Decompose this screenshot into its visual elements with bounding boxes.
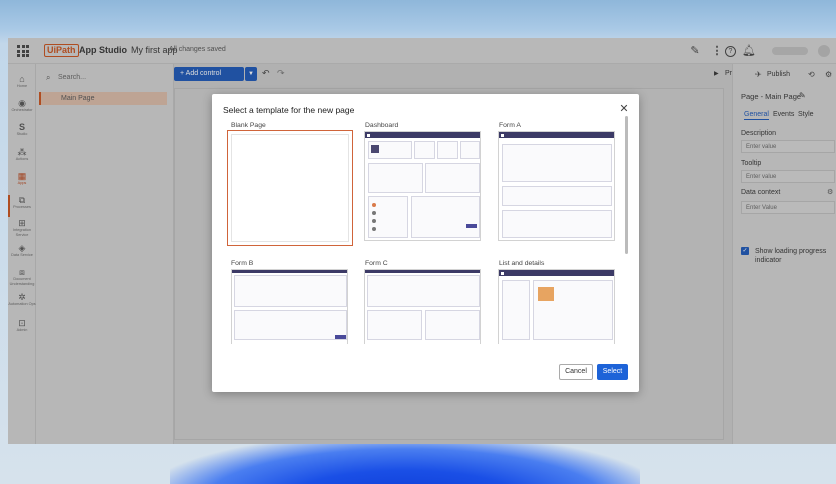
template-form-a[interactable]: Form A (498, 122, 615, 246)
thumb-profile-card (368, 141, 412, 159)
template-blank-page[interactable]: Blank Page (227, 122, 353, 246)
thumb-table (411, 196, 480, 238)
template-thumbnail[interactable] (498, 131, 615, 241)
thumb-header (499, 132, 614, 138)
template-thumbnail[interactable] (231, 269, 348, 344)
template-dashboard[interactable]: Dashboard (364, 122, 481, 246)
thumb-section (502, 186, 612, 206)
thumb-panel (368, 163, 423, 193)
template-dialog: Select a template for the new page ✕ Bla… (212, 94, 639, 392)
thumb-panel (425, 163, 480, 193)
template-label: Form A (499, 122, 521, 129)
template-form-b[interactable]: Form B (231, 260, 348, 344)
thumb-section (234, 310, 347, 340)
template-thumbnail[interactable] (364, 269, 481, 344)
desktop-wallpaper-bloom (170, 440, 640, 484)
cancel-button[interactable]: Cancel (559, 364, 593, 380)
thumb-section (425, 310, 480, 340)
thumb-list (368, 196, 408, 238)
template-list-and-details[interactable]: List and details (498, 260, 615, 344)
close-icon[interactable]: ✕ (618, 103, 630, 115)
thumb-section (502, 144, 612, 182)
template-label: Blank Page (231, 122, 266, 129)
template-label: Form B (231, 260, 254, 267)
thumb-list (502, 280, 530, 340)
template-thumbnail[interactable] (364, 131, 481, 241)
thumb-section (367, 310, 422, 340)
thumb-section (234, 275, 347, 307)
select-button[interactable]: Select (597, 364, 628, 380)
template-thumbnail[interactable] (498, 269, 615, 344)
template-thumbnail[interactable] (227, 130, 353, 246)
thumb-stat (437, 141, 458, 159)
thumb-stat (460, 141, 480, 159)
thumb-section (502, 210, 612, 238)
template-label: Form C (365, 260, 388, 267)
thumb-stat (414, 141, 435, 159)
template-label: List and details (499, 260, 545, 267)
dialog-scrollbar[interactable] (625, 116, 628, 254)
blank-thumbnail (231, 134, 349, 242)
thumb-header (499, 270, 614, 276)
thumb-detail (533, 280, 613, 340)
template-form-c[interactable]: Form C (364, 260, 481, 344)
thumb-header (365, 132, 480, 138)
thumb-section (367, 275, 480, 307)
template-label: Dashboard (365, 122, 399, 129)
dialog-title: Select a template for the new page (223, 105, 355, 115)
